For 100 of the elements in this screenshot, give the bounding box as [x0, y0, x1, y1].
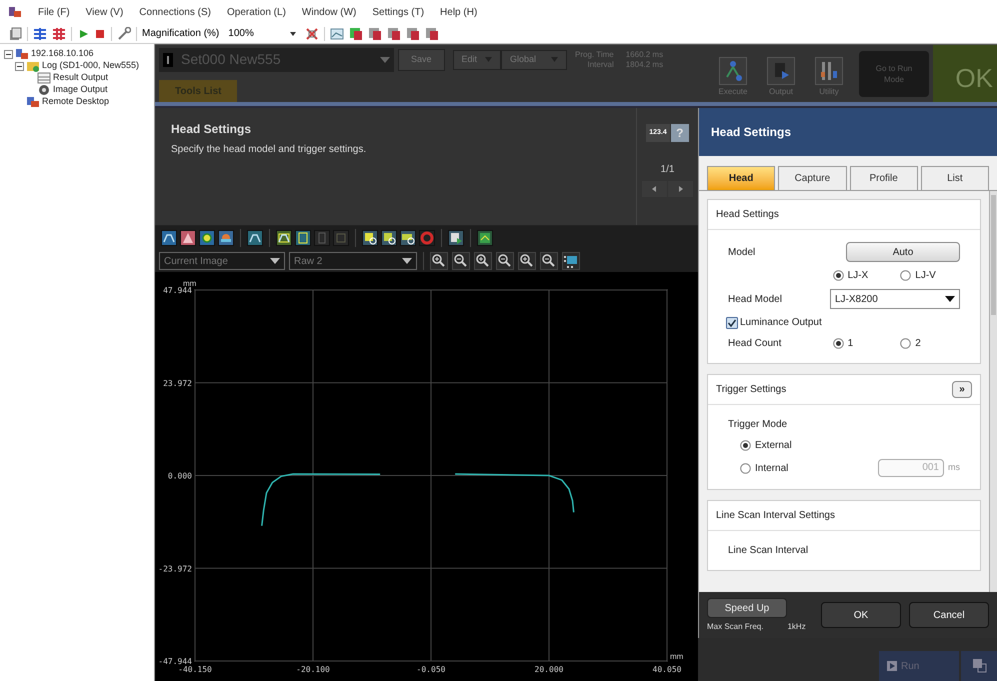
zoom-frame-icon[interactable]: [362, 230, 378, 246]
profile-icon[interactable]: [161, 230, 177, 246]
list-icon[interactable]: [33, 26, 47, 40]
page-indicator: 1/1: [660, 163, 674, 177]
layer-icon[interactable]: [406, 26, 420, 40]
dialog-title: Head Settings: [699, 108, 997, 156]
grid-icon[interactable]: [52, 26, 66, 40]
menu-item[interactable]: View (V): [86, 4, 124, 20]
menu-item[interactable]: Help (H): [440, 4, 478, 20]
next-icon[interactable]: [668, 181, 693, 197]
field-label: Line Scan Interval: [728, 544, 808, 558]
cancel-button[interactable]: Cancel: [909, 602, 989, 628]
option-label: 1: [848, 337, 854, 351]
menu-item[interactable]: Connections (S): [139, 4, 211, 20]
y-tick-label: -23.972: [158, 564, 192, 574]
output-icon: [767, 57, 795, 85]
scrollbar-thumb[interactable]: [991, 195, 996, 315]
x-tick-label: -40.150: [178, 665, 212, 674]
play-icon: [887, 661, 897, 671]
profile-icon[interactable]: [247, 230, 263, 246]
model-dropdown[interactable]: LJ-X8200: [830, 289, 960, 309]
image-icon[interactable]: [330, 26, 344, 40]
caret-icon: [402, 258, 412, 264]
option-label: LJ-X: [848, 269, 868, 283]
checkbox[interactable]: [726, 316, 738, 328]
document-icon[interactable]: [8, 26, 22, 40]
chart-icon[interactable]: [477, 230, 493, 246]
option-label: 2: [915, 337, 921, 351]
caret-icon: [270, 258, 280, 264]
judge-indicator: OK: [933, 45, 997, 102]
tree-item[interactable]: Log (SD1-000, New555): [42, 59, 140, 73]
tree-item[interactable]: 192.168.10.106: [31, 47, 94, 61]
ok-button[interactable]: OK: [821, 602, 901, 628]
y-tick-label: -47.944: [158, 657, 192, 666]
collapse-icon[interactable]: [4, 50, 13, 58]
caret-icon: [551, 57, 558, 62]
dialog-tab[interactable]: Capture: [778, 166, 846, 190]
radio-button[interactable]: [832, 270, 844, 281]
layer-icon[interactable]: [368, 26, 382, 40]
menu-item[interactable]: Operation (L): [226, 4, 286, 20]
menu-item[interactable]: File (F): [38, 4, 70, 20]
magnification-dropdown[interactable]: 100%: [224, 26, 300, 42]
image-dropdown[interactable]: Raw 2: [289, 252, 417, 270]
folder-icon: [26, 59, 40, 73]
previous-icon[interactable]: [642, 181, 667, 197]
dialog-tab[interactable]: Head: [707, 166, 776, 190]
dialog-tab[interactable]: List: [920, 166, 989, 190]
guide-description: Specify the head model and trigger settings.: [171, 143, 368, 157]
zoom-frame-icon[interactable]: [381, 230, 397, 246]
option-label: Internal: [755, 462, 790, 476]
frame-icon[interactable]: [295, 230, 311, 246]
table-icon: [37, 71, 51, 85]
option-label: External: [755, 439, 793, 453]
wrench-icon[interactable]: [117, 26, 131, 40]
expand-button[interactable]: »: [952, 381, 972, 398]
x-tick-label: 20.000: [534, 665, 564, 674]
play-icon[interactable]: [77, 28, 89, 40]
guide-title: Head Settings: [171, 121, 252, 138]
unit-label: ms: [948, 461, 960, 474]
collapse-icon[interactable]: [15, 62, 24, 70]
auto-button[interactable]: Auto: [846, 242, 960, 262]
target-icon[interactable]: [199, 230, 215, 246]
grid-view-icon[interactable]: [562, 252, 580, 270]
menu-item[interactable]: Window (W): [302, 4, 356, 20]
tree-item[interactable]: Image Output: [53, 83, 108, 97]
radio-button[interactable]: [900, 270, 912, 281]
camera-icon: [37, 83, 51, 97]
network-device-icon: [15, 47, 29, 61]
stop-icon[interactable]: [94, 28, 106, 40]
field-label: Head Count: [728, 337, 782, 351]
export-icon[interactable]: [448, 230, 464, 246]
y-tick-label: 23.972: [163, 378, 192, 388]
mountain-icon[interactable]: [180, 230, 196, 246]
image-dropdown[interactable]: Current Image: [159, 252, 285, 270]
tree-item[interactable]: Remote Desktop: [42, 95, 110, 109]
radio-button[interactable]: [900, 338, 912, 349]
max-scan-label: Max Scan Freq.: [707, 621, 764, 633]
zoom-in-icon[interactable]: [430, 252, 448, 270]
app-logo-icon: [8, 6, 22, 18]
layer-icon[interactable]: [425, 26, 440, 40]
radio-button[interactable]: [832, 338, 844, 349]
zoom-frame-icon[interactable]: [400, 230, 416, 246]
ring-icon[interactable]: [419, 230, 435, 246]
x-axis-label: mm: [670, 652, 684, 661]
window-switch-icon[interactable]: [961, 651, 997, 681]
tree-item[interactable]: Result Output: [53, 71, 108, 85]
section-title: Trigger Settings: [716, 383, 786, 397]
radio-button[interactable]: [740, 440, 751, 451]
magnification-label: Magnification (%): [142, 27, 220, 41]
frame-icon[interactable]: [276, 230, 292, 246]
max-scan-value: 1kHz: [787, 621, 806, 633]
menu-item[interactable]: Settings (T): [372, 4, 424, 20]
section-title: Head Settings: [716, 208, 779, 222]
y-axis-label: mm: [183, 279, 196, 288]
field-label: Trigger Mode: [728, 418, 788, 432]
layer-icon[interactable]: [349, 26, 364, 40]
zoom-out-icon[interactable]: [452, 252, 470, 270]
speed-up-button[interactable]: Speed Up: [707, 598, 787, 618]
dialog-tab[interactable]: Profile: [850, 166, 918, 190]
layer-icon[interactable]: [387, 26, 402, 40]
